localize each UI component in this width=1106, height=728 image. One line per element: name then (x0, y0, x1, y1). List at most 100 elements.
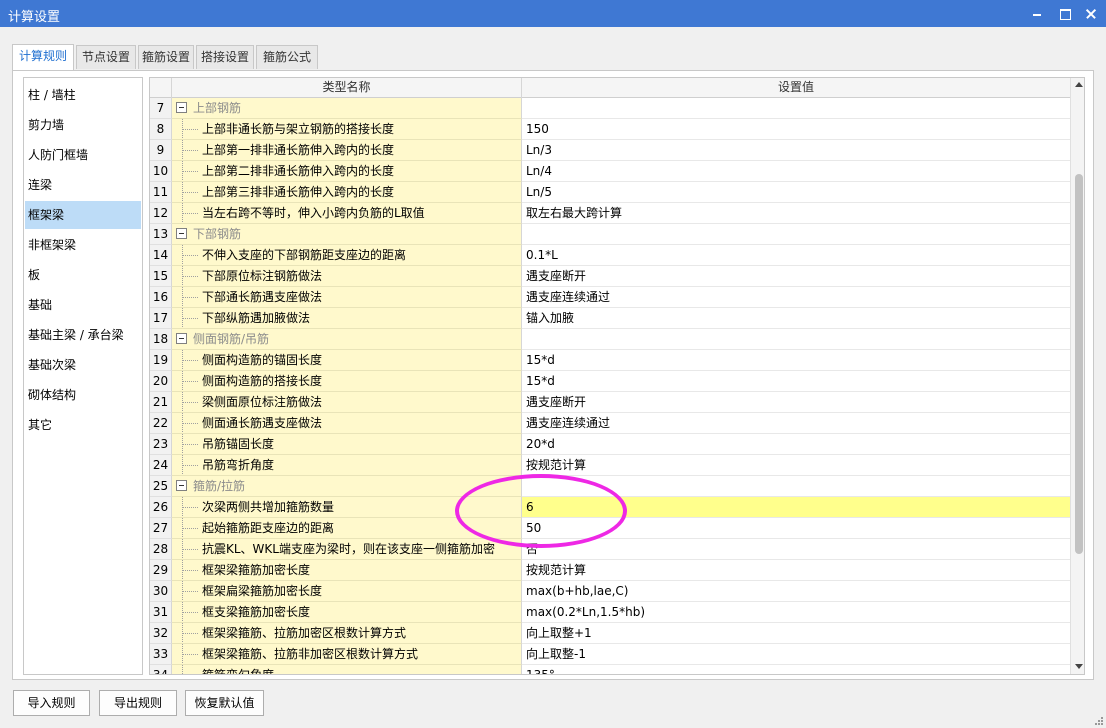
table-row[interactable]: 9 上部第一排非通长筋伸入跨内的长度 Ln/3 (150, 140, 1070, 161)
row-setting-value[interactable]: 遇支座断开 (522, 266, 1070, 287)
table-row[interactable]: 29 框架梁箍筋加密长度 按规范计算 (150, 560, 1070, 581)
row-setting-value[interactable]: 15*d (522, 371, 1070, 392)
group-row[interactable]: 7 上部钢筋 (150, 98, 1070, 119)
table-row[interactable]: 10 上部第二排非通长筋伸入跨内的长度 Ln/4 (150, 161, 1070, 182)
table-row[interactable]: 17 下部纵筋遇加腋做法 锚入加腋 (150, 308, 1070, 329)
table-row[interactable]: 21 梁侧面原位标注筋做法 遇支座断开 (150, 392, 1070, 413)
row-name-text: 框支梁箍筋加密长度 (202, 605, 311, 619)
resize-grip-icon[interactable] (1094, 716, 1104, 726)
sidebar-item[interactable]: 基础次梁 (25, 351, 141, 379)
tree-branch (182, 360, 198, 361)
row-setting-value[interactable] (522, 98, 1070, 119)
header-setting-value[interactable]: 设置值 (522, 78, 1070, 98)
collapse-icon[interactable] (176, 480, 187, 491)
row-number: 27 (150, 518, 172, 539)
table-row[interactable]: 8 上部非通长筋与架立钢筋的搭接长度 150 (150, 119, 1070, 140)
table-row[interactable]: 26 次梁两侧共增加箍筋数量 6 (150, 497, 1070, 518)
sidebar-item[interactable]: 框架梁 (25, 201, 141, 229)
row-number: 33 (150, 644, 172, 665)
row-setting-value[interactable]: 15*d (522, 350, 1070, 371)
sidebar-item[interactable]: 砌体结构 (25, 381, 141, 409)
tab-stirrup-formula[interactable]: 箍筋公式 (256, 45, 318, 69)
row-type-name: 当左右跨不等时，伸入小跨内负筋的L取值 (172, 203, 522, 224)
row-number: 16 (150, 287, 172, 308)
tab-calc-rules[interactable]: 计算规则 (12, 44, 74, 70)
table-row[interactable]: 11 上部第三排非通长筋伸入跨内的长度 Ln/5 (150, 182, 1070, 203)
row-setting-value[interactable]: Ln/5 (522, 182, 1070, 203)
row-setting-value[interactable]: 按规范计算 (522, 455, 1070, 476)
table-row[interactable]: 33 框架梁箍筋、拉筋非加密区根数计算方式 向上取整-1 (150, 644, 1070, 665)
row-setting-value[interactable]: 150 (522, 119, 1070, 140)
sidebar-item[interactable]: 基础主梁 / 承台梁 (25, 321, 141, 349)
row-setting-value[interactable] (522, 224, 1070, 245)
row-setting-value[interactable] (522, 329, 1070, 350)
collapse-icon[interactable] (176, 333, 187, 344)
scroll-thumb[interactable] (1075, 174, 1083, 554)
scroll-down-icon[interactable] (1075, 664, 1083, 669)
table-row[interactable]: 22 侧面通长筋遇支座做法 遇支座连续通过 (150, 413, 1070, 434)
export-rules-button[interactable]: 导出规则 (99, 690, 177, 716)
row-type-name: 箍筋弯勾角度 (172, 665, 522, 674)
row-setting-value[interactable]: 锚入加腋 (522, 308, 1070, 329)
restore-defaults-button[interactable]: 恢复默认值 (185, 690, 264, 716)
header-rownum (150, 78, 172, 98)
table-row[interactable]: 32 框架梁箍筋、拉筋加密区根数计算方式 向上取整+1 (150, 623, 1070, 644)
table-row[interactable]: 28 抗震KL、WKL端支座为梁时，则在该支座一侧箍筋加密 否 (150, 539, 1070, 560)
row-setting-value[interactable]: max(0.2*Ln,1.5*hb) (522, 602, 1070, 623)
row-setting-value[interactable]: 6 (522, 497, 1070, 518)
row-setting-value[interactable]: Ln/4 (522, 161, 1070, 182)
row-name-text: 上部第一排非通长筋伸入跨内的长度 (202, 143, 395, 157)
vertical-scrollbar[interactable] (1070, 78, 1084, 674)
sidebar-item[interactable]: 柱 / 墙柱 (25, 81, 141, 109)
tab-node-settings[interactable]: 节点设置 (76, 45, 136, 69)
collapse-icon[interactable] (176, 102, 187, 113)
sidebar-item[interactable]: 非框架梁 (25, 231, 141, 259)
table-row[interactable]: 16 下部通长筋遇支座做法 遇支座连续通过 (150, 287, 1070, 308)
table-row[interactable]: 20 侧面构造筋的搭接长度 15*d (150, 371, 1070, 392)
row-setting-value[interactable]: 按规范计算 (522, 560, 1070, 581)
tab-stirrup-settings[interactable]: 箍筋设置 (138, 45, 194, 69)
sidebar-item[interactable]: 人防门框墙 (25, 141, 141, 169)
table-row[interactable]: 31 框支梁箍筋加密长度 max(0.2*Ln,1.5*hb) (150, 602, 1070, 623)
table-row[interactable]: 34 箍筋弯勾角度 135° (150, 665, 1070, 674)
row-setting-value[interactable]: 向上取整-1 (522, 644, 1070, 665)
sidebar-item[interactable]: 其它 (25, 411, 141, 439)
table-row[interactable]: 19 侧面构造筋的锚固长度 15*d (150, 350, 1070, 371)
row-setting-value[interactable]: 向上取整+1 (522, 623, 1070, 644)
table-row[interactable]: 30 框架扁梁箍筋加密长度 max(b+hb,lae,C) (150, 581, 1070, 602)
group-row[interactable]: 13 下部钢筋 (150, 224, 1070, 245)
scroll-up-icon[interactable] (1075, 82, 1083, 87)
table-row[interactable]: 24 吊筋弯折角度 按规范计算 (150, 455, 1070, 476)
row-setting-value[interactable]: 135° (522, 665, 1070, 674)
sidebar-item[interactable]: 基础 (25, 291, 141, 319)
table-row[interactable]: 14 不伸入支座的下部钢筋距支座边的距离 0.1*L (150, 245, 1070, 266)
group-row[interactable]: 25 箍筋/拉筋 (150, 476, 1070, 497)
table-row[interactable]: 27 起始箍筋距支座边的距离 50 (150, 518, 1070, 539)
sidebar-item[interactable]: 板 (25, 261, 141, 289)
table-row[interactable]: 23 吊筋锚固长度 20*d (150, 434, 1070, 455)
sidebar-item[interactable]: 连梁 (25, 171, 141, 199)
minimize-icon[interactable] (1022, 0, 1052, 27)
import-rules-button[interactable]: 导入规则 (13, 690, 90, 716)
row-setting-value[interactable]: 0.1*L (522, 245, 1070, 266)
group-row[interactable]: 18 侧面钢筋/吊筋 (150, 329, 1070, 350)
row-setting-value[interactable]: 取左右最大跨计算 (522, 203, 1070, 224)
row-setting-value[interactable]: 遇支座断开 (522, 392, 1070, 413)
header-type-name[interactable]: 类型名称 (172, 78, 522, 98)
row-setting-value[interactable]: 50 (522, 518, 1070, 539)
tab-lap-settings[interactable]: 搭接设置 (196, 45, 254, 69)
row-setting-value[interactable]: max(b+hb,lae,C) (522, 581, 1070, 602)
collapse-icon[interactable] (176, 228, 187, 239)
table-row[interactable]: 12 当左右跨不等时，伸入小跨内负筋的L取值 取左右最大跨计算 (150, 203, 1070, 224)
table-row[interactable]: 15 下部原位标注钢筋做法 遇支座断开 (150, 266, 1070, 287)
row-setting-value[interactable]: 20*d (522, 434, 1070, 455)
close-icon[interactable] (1076, 0, 1106, 27)
row-setting-value[interactable]: 否 (522, 539, 1070, 560)
row-setting-value[interactable]: 遇支座连续通过 (522, 413, 1070, 434)
row-setting-value[interactable]: 遇支座连续通过 (522, 287, 1070, 308)
row-type-name: 下部原位标注钢筋做法 (172, 266, 522, 287)
row-setting-value[interactable] (522, 476, 1070, 497)
row-setting-value[interactable]: Ln/3 (522, 140, 1070, 161)
row-type-name: 框架梁箍筋加密长度 (172, 560, 522, 581)
sidebar-item[interactable]: 剪力墙 (25, 111, 141, 139)
